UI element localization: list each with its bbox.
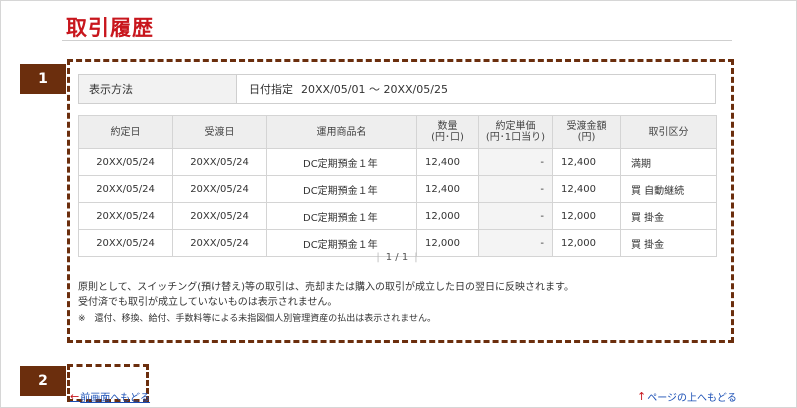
note-line: ※ 還付、移換、給付、手数料等による未指図個人別管理資産の払出は表示されません。 <box>78 314 437 324</box>
table-row: 20XX/05/24 20XX/05/24 DC定期預金１年 12,400 - … <box>78 148 717 176</box>
col-header-product: 運用商品名 <box>266 115 417 149</box>
col-header-amount: 受渡金額 (円) <box>552 115 621 149</box>
back-link[interactable]: ← 前画面へもどる <box>70 389 150 404</box>
quantity-cell: 12,000 <box>416 202 479 230</box>
annotation-badge-2: 2 <box>20 366 66 396</box>
unit-price-cell: - <box>478 202 553 230</box>
display-method-mode: 日付指定 <box>249 83 293 96</box>
transaction-table: 約定日 受渡日 運用商品名 数量 (円･口) 約定単価 (円･1口当り) 受渡金額(… <box>78 115 717 257</box>
note-line: 原則として、スイッチング(預け替え)等の取引は、売却または購入の取引が成立した日… <box>78 282 575 293</box>
page-title: 取引履歴 <box>66 16 154 40</box>
display-method-label: 表示方法 <box>79 75 237 103</box>
amount-cell: 12,400 <box>552 175 621 203</box>
pagination: | 1 / 1 | <box>78 252 716 263</box>
col-header-unit-price: 約定単価 (円･1口当り) <box>478 115 553 149</box>
type-cell: 買 掛金 <box>620 202 717 230</box>
col-header-trade-date: 約定日 <box>78 115 173 149</box>
col-header-settle-date: 受渡日 <box>172 115 267 149</box>
settle-date-cell: 20XX/05/24 <box>172 175 267 203</box>
back-link-label[interactable]: 前画面へもどる <box>80 389 150 404</box>
settle-date-cell: 20XX/05/24 <box>172 202 267 230</box>
table-row: 20XX/05/24 20XX/05/24 DC定期預金１年 12,400 - … <box>78 175 717 203</box>
display-method-row: 表示方法 日付指定 20XX/05/01 ～ 20XX/05/25 <box>78 74 716 104</box>
product-cell: DC定期預金１年 <box>266 148 417 176</box>
page-top-link[interactable]: ↑ ページの上へもどる <box>637 389 737 404</box>
annotation-badge-1: 1 <box>20 64 66 94</box>
amount-cell: 12,400 <box>552 148 621 176</box>
arrow-left-icon: ← <box>70 390 80 403</box>
unit-price-cell: - <box>478 148 553 176</box>
table-row: 20XX/05/24 20XX/05/24 DC定期預金１年 12,000 - … <box>78 202 717 230</box>
trade-date-cell: 20XX/05/24 <box>78 148 173 176</box>
table-header-row: 約定日 受渡日 運用商品名 数量 (円･口) 約定単価 (円･1口当り) 受渡金額(… <box>78 115 717 149</box>
type-cell: 買 自動継続 <box>620 175 717 203</box>
type-cell: 満期 <box>620 148 717 176</box>
product-cell: DC定期預金１年 <box>266 202 417 230</box>
product-cell: DC定期預金１年 <box>266 175 417 203</box>
quantity-cell: 12,400 <box>416 148 479 176</box>
display-method-value: 日付指定 20XX/05/01 ～ 20XX/05/25 <box>237 75 448 103</box>
arrow-up-icon: ↑ <box>637 390 647 403</box>
page-top-link-label[interactable]: ページの上へもどる <box>647 389 737 404</box>
col-header-quantity: 数量 (円･口) <box>416 115 479 149</box>
title-divider <box>62 40 732 41</box>
trade-date-cell: 20XX/05/24 <box>78 202 173 230</box>
trade-date-cell: 20XX/05/24 <box>78 175 173 203</box>
unit-price-cell: - <box>478 175 553 203</box>
display-method-range: 20XX/05/01 ～ 20XX/05/25 <box>301 83 448 96</box>
quantity-cell: 12,400 <box>416 175 479 203</box>
pager-divider-right: | <box>414 252 418 263</box>
note-line: 受付済でも取引が成立していないものは表示されません。 <box>78 297 338 308</box>
pager-divider-left: | <box>376 252 380 263</box>
settle-date-cell: 20XX/05/24 <box>172 148 267 176</box>
page-indicator: 1 / 1 <box>385 252 409 263</box>
amount-cell: 12,000 <box>552 202 621 230</box>
col-header-type: 取引区分 <box>620 115 717 149</box>
notes: 原則として、スイッチング(預け替え)等の取引は、売却または購入の取引が成立した日… <box>78 280 574 327</box>
